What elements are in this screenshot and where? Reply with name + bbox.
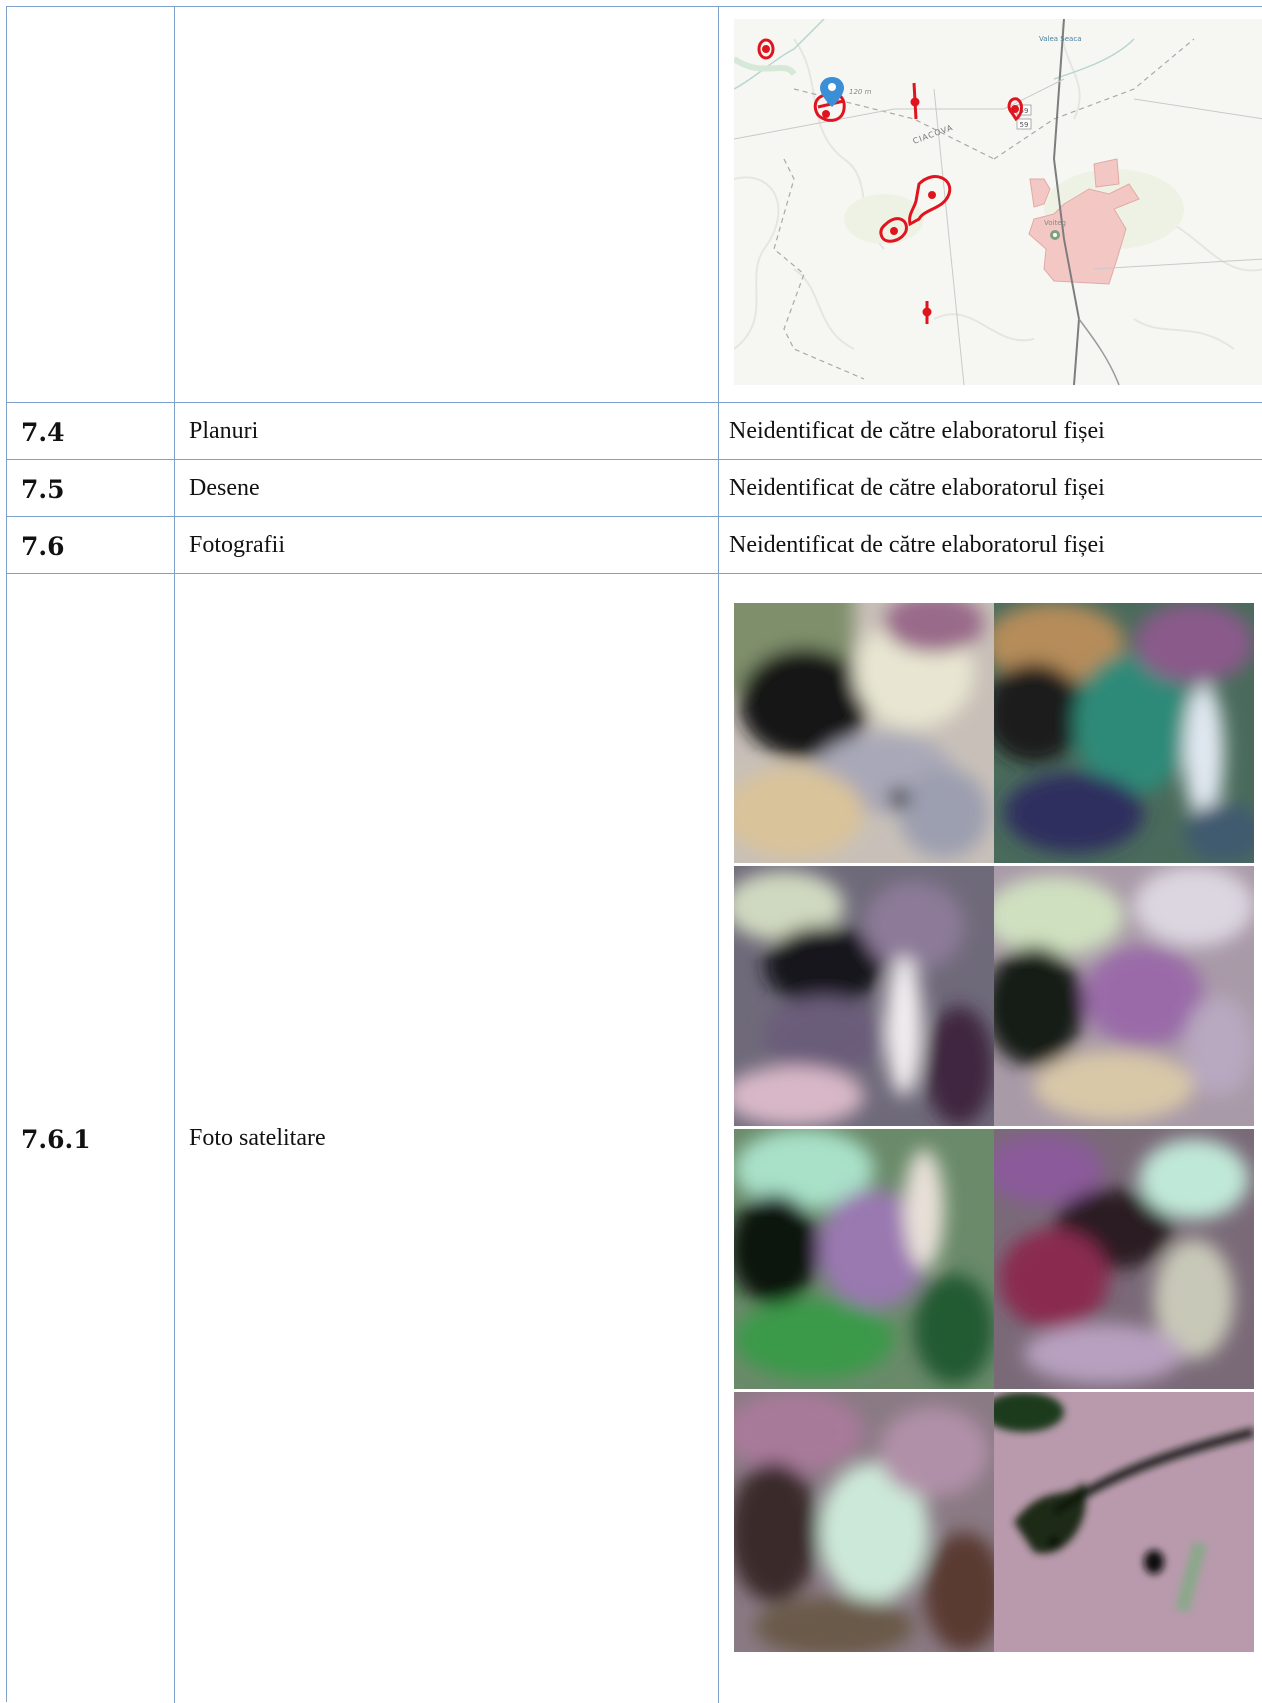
cell-number: 7.5 — [7, 460, 175, 516]
satellite-image — [734, 866, 994, 1126]
cell-label: Desene — [175, 460, 719, 516]
row-label: Planuri — [189, 418, 259, 444]
cell-label: Fotografii — [175, 517, 719, 573]
satellite-image — [994, 1392, 1254, 1652]
cell-satellite-images — [719, 574, 1262, 1703]
satellite-image — [734, 1129, 994, 1389]
satellite-image — [734, 603, 994, 863]
row-number: 7.6.1 — [21, 1125, 91, 1154]
satellite-image — [994, 603, 1254, 863]
cell-number — [7, 7, 175, 402]
table-row-satellite: 7.6.1 Foto satelitare — [7, 574, 1262, 1703]
satellite-image — [994, 1129, 1254, 1389]
road-number-2: 59 — [1020, 121, 1029, 129]
info-table: 59 59 Valea Seaca 120 m CIACOVA Voiteg 7… — [6, 6, 1262, 1703]
row-number: 7.6 — [21, 532, 65, 561]
row-value: Neidentificat de către elaboratorul fișe… — [729, 418, 1105, 444]
row-value: Neidentificat de către elaboratorul fișe… — [729, 532, 1105, 558]
table-row-map: 59 59 Valea Seaca 120 m CIACOVA Voiteg — [7, 7, 1262, 403]
town-marker-icon — [1050, 230, 1060, 240]
row-label: Desene — [189, 475, 260, 501]
table-row: 7.5 Desene Neidentificat de către elabor… — [7, 460, 1262, 517]
row-label: Fotografii — [189, 532, 285, 558]
row-number: 7.4 — [21, 418, 65, 447]
map-label-valea-seaca: Valea Seaca — [1039, 35, 1081, 43]
cell-number: 7.4 — [7, 403, 175, 459]
cell-label — [175, 7, 719, 402]
satellite-image — [994, 866, 1254, 1126]
row-value: Neidentificat de către elaboratorul fișe… — [729, 475, 1105, 501]
row-number: 7.5 — [21, 475, 65, 504]
table-row: 7.4 Planuri Neidentificat de către elabo… — [7, 403, 1262, 460]
cell-label: Foto satelitare — [175, 574, 719, 1703]
cell-label: Planuri — [175, 403, 719, 459]
table-row: 7.6 Fotografii Neidentificat de către el… — [7, 517, 1262, 574]
cell-map: 59 59 Valea Seaca 120 m CIACOVA Voiteg — [719, 7, 1262, 402]
cell-number: 7.6 — [7, 517, 175, 573]
satellite-image — [734, 1392, 994, 1652]
cell-number: 7.6.1 — [7, 574, 175, 1703]
map-label-voiteg: Voiteg — [1044, 219, 1066, 227]
row-label: Foto satelitare — [189, 1125, 326, 1151]
location-map: 59 59 Valea Seaca 120 m CIACOVA Voiteg — [732, 18, 1262, 386]
map-label-distance: 120 m — [849, 88, 872, 96]
cell-value: Neidentificat de către elaboratorul fișe… — [719, 517, 1262, 573]
cell-value: Neidentificat de către elaboratorul fișe… — [719, 403, 1262, 459]
cell-value: Neidentificat de către elaboratorul fișe… — [719, 460, 1262, 516]
